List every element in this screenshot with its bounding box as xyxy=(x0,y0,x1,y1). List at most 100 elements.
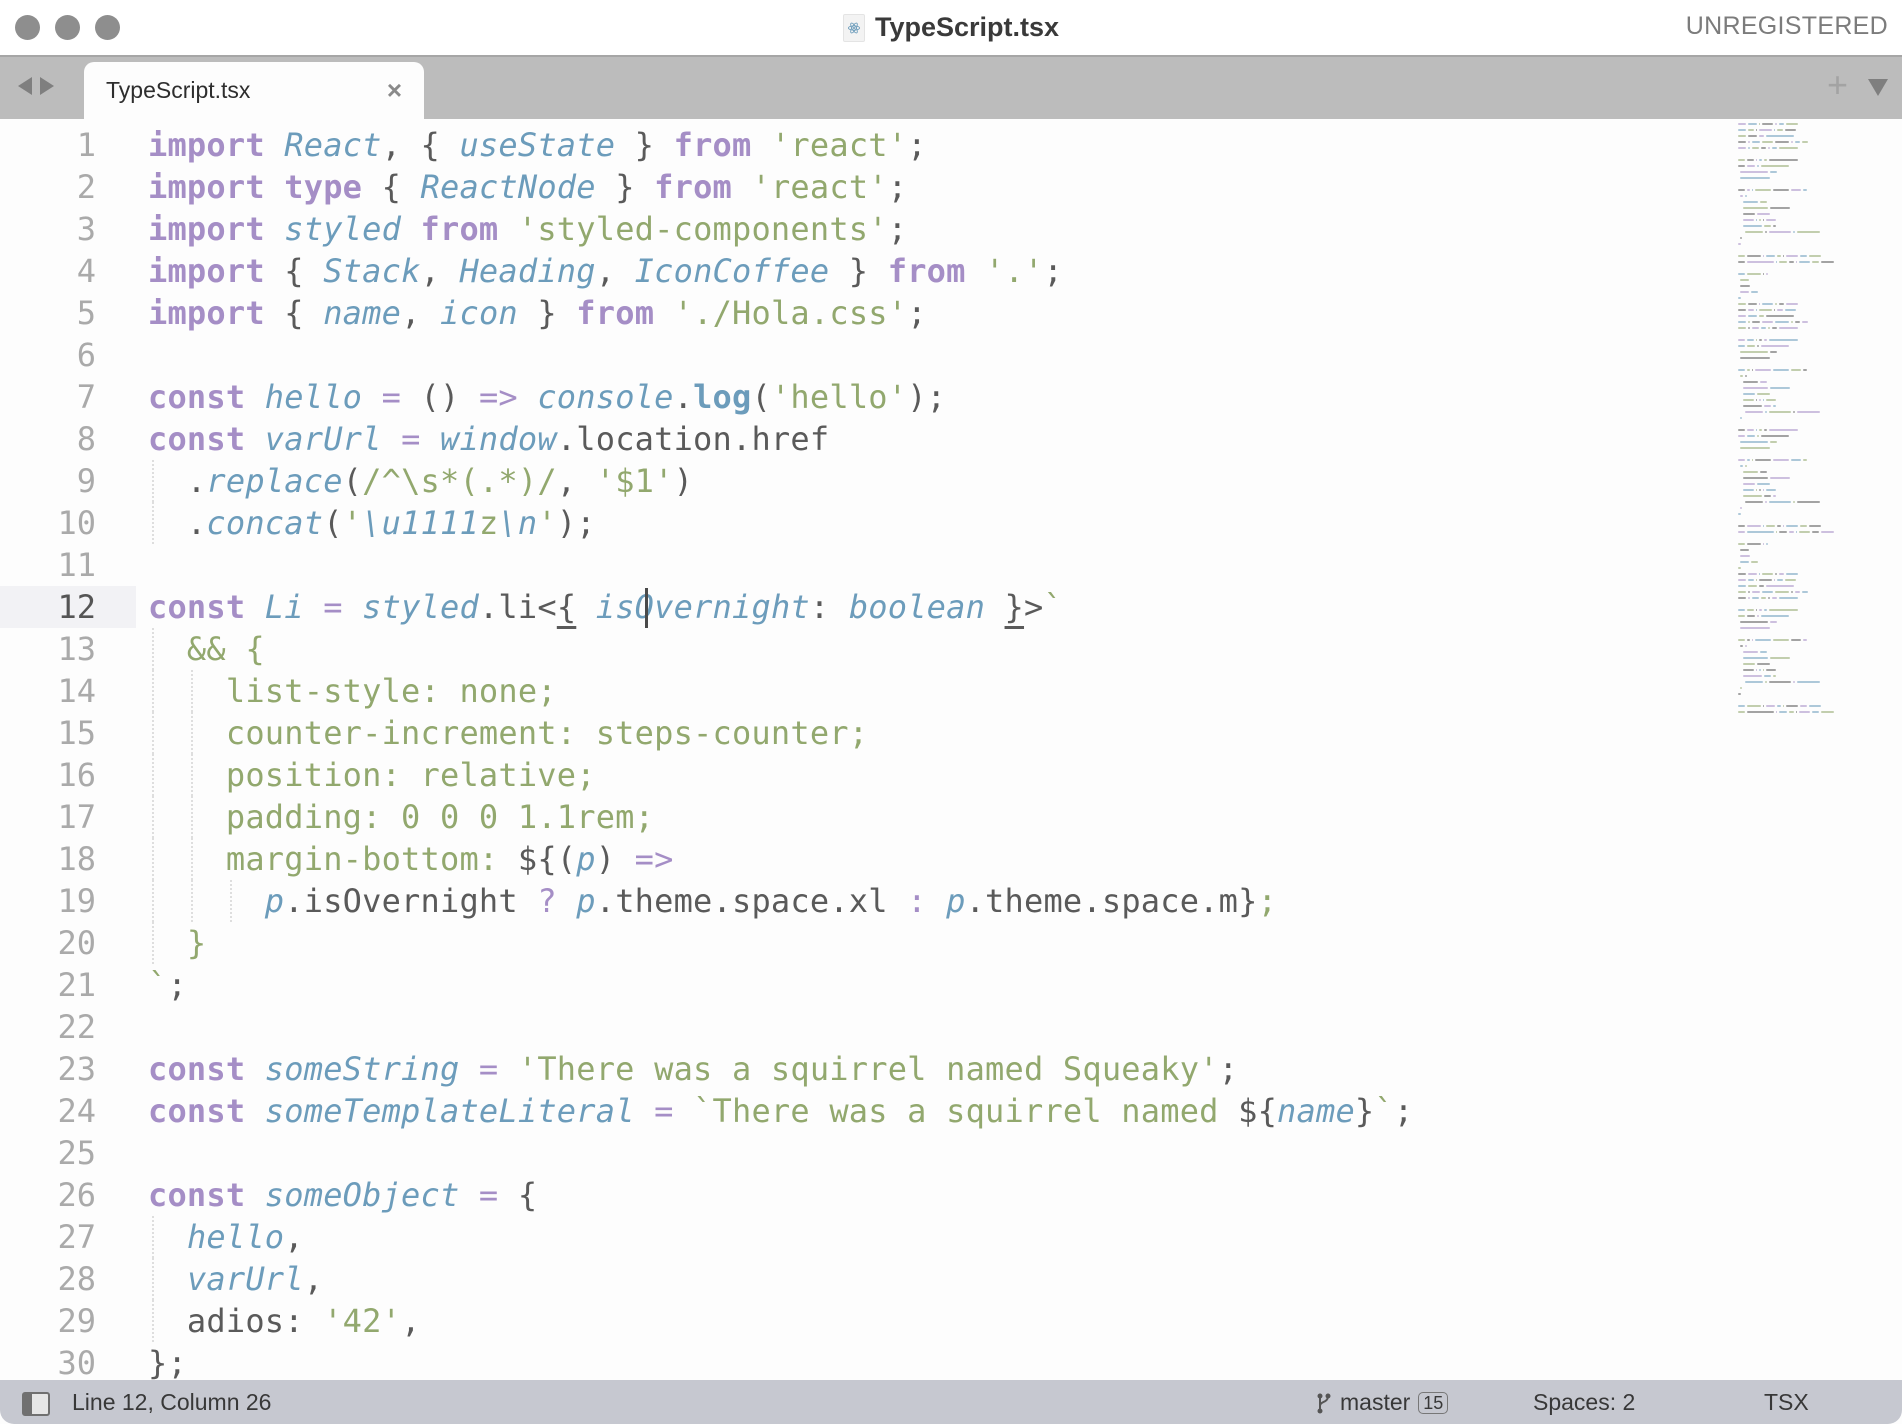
code-text[interactable]: const Li = styled.li<{ isOvernight: bool… xyxy=(148,586,1063,628)
code-line[interactable]: 25 xyxy=(0,1132,1720,1174)
code-line[interactable]: 9 .replace(/^\s*(.*)/, '$1') xyxy=(0,460,1720,502)
code-text[interactable]: adios: '42', xyxy=(148,1300,421,1342)
code-text[interactable]: import type { ReactNode } from 'react'; xyxy=(148,166,907,208)
code-line[interactable]: 19 p.isOvernight ? p.theme.space.xl : p.… xyxy=(0,880,1720,922)
code-line[interactable]: 13 && { xyxy=(0,628,1720,670)
close-icon[interactable]: × xyxy=(387,75,402,106)
code-line[interactable]: 27 hello, xyxy=(0,1216,1720,1258)
syntax-selector[interactable]: TSX xyxy=(1764,1389,1809,1416)
code-text[interactable]: import React, { useState } from 'react'; xyxy=(148,124,927,166)
code-line[interactable]: 29 adios: '42', xyxy=(0,1300,1720,1342)
code-text[interactable]: import { name, icon } from './Hola.css'; xyxy=(148,292,927,334)
minimap-token xyxy=(1738,543,1745,545)
code-line[interactable]: 2 import type { ReactNode } from 'react'; xyxy=(0,166,1720,208)
code-line[interactable]: 3 import styled from 'styled-components'; xyxy=(0,208,1720,250)
indentation-setting[interactable]: Spaces: 2 xyxy=(1533,1389,1635,1416)
minimap-token xyxy=(1762,219,1765,221)
line-number: 13 xyxy=(57,630,96,668)
next-tab-icon[interactable] xyxy=(40,77,54,95)
code-line[interactable]: 7 const hello = () => console.log('hello'… xyxy=(0,376,1720,418)
minimap-token xyxy=(1747,435,1756,437)
code-text[interactable]: list-style: none; xyxy=(148,670,557,712)
code-line[interactable]: 11 xyxy=(0,544,1720,586)
minimap-token xyxy=(1763,543,1765,545)
minimap-token xyxy=(1738,567,1741,569)
code-text[interactable]: import { Stack, Heading, IconCoffee } fr… xyxy=(148,250,1063,292)
minimap-token xyxy=(1802,321,1808,323)
minimap-token xyxy=(1740,555,1751,557)
code-line[interactable]: 24 const someTemplateLiteral = `There was… xyxy=(0,1090,1720,1132)
code-text[interactable]: `; xyxy=(148,964,187,1006)
minimap-token xyxy=(1777,129,1783,131)
cursor-position[interactable]: Line 12, Column 26 xyxy=(72,1389,271,1416)
minimap-token xyxy=(1760,327,1767,329)
code-text[interactable]: }; xyxy=(148,1342,187,1380)
code-line[interactable]: 8 const varUrl = window.location.href xyxy=(0,418,1720,460)
minimap-token xyxy=(1766,543,1768,545)
code-text[interactable]: && { xyxy=(148,628,265,670)
minimap-token xyxy=(1740,279,1749,281)
code-line[interactable]: 16 position: relative; xyxy=(0,754,1720,796)
code-line[interactable]: 26 const someObject = { xyxy=(0,1174,1720,1216)
code-line[interactable]: 20 } xyxy=(0,922,1720,964)
minimap-token xyxy=(1791,189,1802,191)
minimap-token xyxy=(1756,309,1758,311)
minimap-token xyxy=(1766,255,1775,257)
code-text[interactable]: import styled from 'styled-components'; xyxy=(148,208,907,250)
tab-typescript-tsx[interactable]: TypeScript.tsx × xyxy=(84,62,424,119)
code-line[interactable]: 12 const Li = styled.li<{ isOvernight: bo… xyxy=(0,586,1720,628)
code-line[interactable]: 21 `; xyxy=(0,964,1720,1006)
code-text[interactable]: const varUrl = window.location.href xyxy=(148,418,829,460)
code-text[interactable]: .replace(/^\s*(.*)/, '$1') xyxy=(148,460,693,502)
minimap-token xyxy=(1772,639,1790,641)
line-number: 20 xyxy=(57,924,96,962)
code-editor[interactable]: 1 import React, { useState } from 'react'… xyxy=(0,119,1902,1380)
code-text[interactable]: const someString = 'There was a squirrel… xyxy=(148,1048,1238,1090)
minimap[interactable] xyxy=(1730,123,1890,723)
previous-tab-icon[interactable] xyxy=(18,77,32,95)
plus-icon[interactable]: + xyxy=(1827,67,1848,103)
code-line[interactable]: 14 list-style: none; xyxy=(0,670,1720,712)
code-line[interactable]: 22 xyxy=(0,1006,1720,1048)
code-line[interactable]: 30}; xyxy=(0,1342,1720,1380)
code-text[interactable]: p.isOvernight ? p.theme.space.xl : p.the… xyxy=(148,880,1277,922)
code-text[interactable]: position: relative; xyxy=(148,754,596,796)
code-lines[interactable]: 1 import React, { useState } from 'react'… xyxy=(0,124,1720,1380)
code-line[interactable]: 1 import React, { useState } from 'react'… xyxy=(0,124,1720,166)
minimap-token xyxy=(1748,579,1754,581)
code-line[interactable]: 28 varUrl, xyxy=(0,1258,1720,1300)
minimap-token xyxy=(1808,525,1822,527)
code-text[interactable]: const someObject = { xyxy=(148,1174,537,1216)
minimap-token xyxy=(1802,141,1808,143)
code-line[interactable]: 6 xyxy=(0,334,1720,376)
code-text[interactable]: varUrl, xyxy=(148,1258,323,1300)
git-branch-status[interactable]: master 15 xyxy=(1316,1389,1449,1416)
minimap-token xyxy=(1738,525,1745,527)
code-line[interactable]: 18 margin-bottom: ${(p) => xyxy=(0,838,1720,880)
code-line[interactable]: 17 padding: 0 0 0 1.1rem; xyxy=(0,796,1720,838)
code-text[interactable]: const hello = () => console.log('hello')… xyxy=(148,376,946,418)
minimap-token xyxy=(1747,531,1774,533)
minimap-token xyxy=(1738,345,1745,347)
code-line[interactable]: 4 import { Stack, Heading, IconCoffee } f… xyxy=(0,250,1720,292)
sidebar-toggle-icon[interactable] xyxy=(22,1392,50,1416)
code-text[interactable]: const someTemplateLiteral = `There was a… xyxy=(148,1090,1413,1132)
minimap-token xyxy=(1738,591,1747,593)
code-text[interactable]: margin-bottom: ${(p) => xyxy=(148,838,674,880)
minimap-token xyxy=(1738,531,1745,533)
code-text[interactable]: counter-increment: steps-counter; xyxy=(148,712,868,754)
line-number: 9 xyxy=(76,462,96,500)
minimap-token xyxy=(1796,411,1821,413)
code-text[interactable]: .concat('\u1111z\n'); xyxy=(148,502,596,544)
line-number: 26 xyxy=(57,1176,96,1214)
code-line[interactable]: 5 import { name, icon } from './Hola.css'… xyxy=(0,292,1720,334)
triangle-down-icon[interactable] xyxy=(1868,79,1888,96)
code-line[interactable]: 15 counter-increment: steps-counter; xyxy=(0,712,1720,754)
code-text[interactable]: hello, xyxy=(148,1216,304,1258)
code-text[interactable]: } xyxy=(148,922,206,964)
code-line[interactable]: 23 const someString = 'There was a squirr… xyxy=(0,1048,1720,1090)
code-line[interactable]: 10 .concat('\u1111z\n'); xyxy=(0,502,1720,544)
line-number: 21 xyxy=(57,966,96,1004)
minimap-token xyxy=(1785,309,1797,311)
code-text[interactable]: padding: 0 0 0 1.1rem; xyxy=(148,796,654,838)
